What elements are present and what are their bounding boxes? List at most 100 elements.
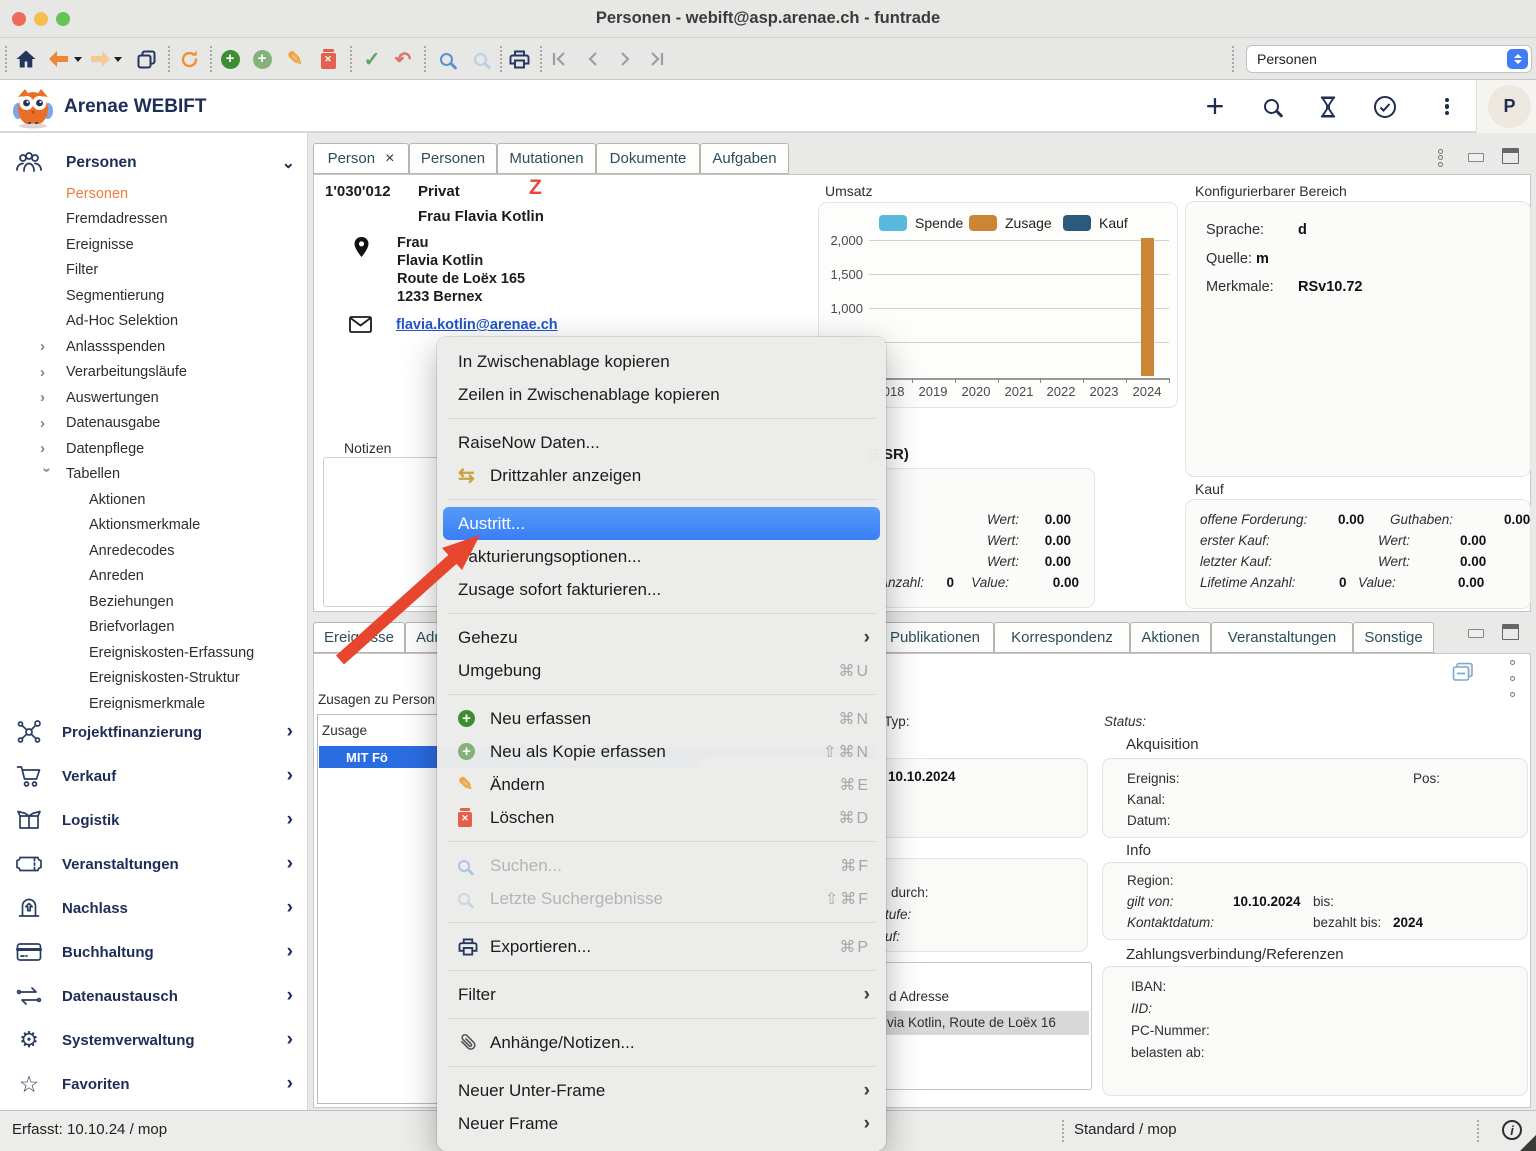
tab-aktionen[interactable]: Aktionen	[1130, 622, 1211, 653]
last-record-button[interactable]	[648, 38, 666, 80]
tab-sonstige[interactable]: Sonstige	[1353, 622, 1434, 653]
select-stepper-icon[interactable]	[1507, 49, 1528, 69]
menu-item-austritt[interactable]: Austritt...	[443, 507, 880, 540]
menu-item-drittzahler-anzeigen[interactable]: ⇆ Drittzahler anzeigen	[437, 459, 886, 492]
sidebar-item-ereignisse[interactable]: Ereignisse	[0, 232, 307, 258]
sidebar-section-projektfinanzierung[interactable]: Projektfinanzierung›	[0, 710, 307, 754]
menu-item-raisenow-daten[interactable]: RaiseNow Daten...	[437, 426, 886, 459]
undo-button[interactable]: ↶	[393, 38, 413, 80]
sidebar-item-beziehungen[interactable]: Beziehungen	[0, 589, 307, 615]
sidebar-item-ereigniskosten-erfassung[interactable]: Ereigniskosten-Erfassung	[0, 640, 307, 666]
sidebar-root-personen[interactable]: Personen ⌄	[0, 145, 307, 181]
tab-veranstaltungen[interactable]: Veranstaltungen	[1211, 622, 1353, 653]
history-button[interactable]	[1315, 80, 1341, 133]
bottom-panel-maximize-icon[interactable]	[1502, 624, 1519, 640]
panel-minimize-icon[interactable]	[1468, 153, 1484, 162]
adresse-selected-row[interactable]: via Kotlin, Route de Loëx 16	[883, 1011, 1089, 1035]
menu-item-exportieren[interactable]: Exportieren...⌘P	[437, 930, 886, 963]
tab-dokumente[interactable]: Dokumente	[596, 143, 700, 174]
close-tab-icon[interactable]: ×	[385, 150, 394, 168]
menu-item-in-zwischenablage-kopieren[interactable]: In Zwischenablage kopieren	[437, 345, 886, 378]
menu-item-neuer-frame[interactable]: Neuer Frame›	[437, 1107, 886, 1140]
sidebar-section-favoriten[interactable]: ☆ Favoriten›	[0, 1062, 307, 1106]
tab-korrespondenz[interactable]: Korrespondenz	[994, 622, 1130, 653]
sidebar-item-aktionen[interactable]: Aktionen	[0, 487, 307, 513]
sidebar-item-datenausgabe[interactable]: ›Datenausgabe	[0, 411, 307, 437]
tab-person[interactable]: Person ×	[313, 143, 409, 174]
sidebar-section-veranstaltungen[interactable]: Veranstaltungen›	[0, 842, 307, 886]
confirm-button[interactable]: ✓	[362, 38, 382, 80]
tab-mutationen[interactable]: Mutationen	[497, 143, 596, 174]
sidebar-item-anredecodes[interactable]: Anredecodes	[0, 538, 307, 564]
sidebar-item-datenpflege[interactable]: ›Datenpflege	[0, 436, 307, 462]
new-record-button[interactable]	[220, 38, 240, 80]
bottom-options-icon[interactable]	[1510, 658, 1515, 698]
forward-history-dropdown[interactable]	[113, 38, 123, 80]
sidebar-item-tabellen[interactable]: ›Tabellen	[0, 462, 307, 488]
bottom-panel-minimize-icon[interactable]	[1468, 629, 1484, 638]
menu-item-letzte-suchergebnisse[interactable]: Letzte Suchergebnisse⇧⌘F	[437, 882, 886, 915]
sidebar-section-datenaustausch[interactable]: Datenaustausch›	[0, 974, 307, 1018]
avatar[interactable]: P	[1488, 85, 1531, 128]
print-button[interactable]	[508, 38, 530, 80]
menu-item-loeschen[interactable]: Löschen⌘D	[437, 801, 886, 834]
sidebar-item-ereigniskosten-struktur[interactable]: Ereigniskosten-Struktur	[0, 666, 307, 692]
sidebar-section-logistik[interactable]: Logistik›	[0, 798, 307, 842]
sidebar-item-auswertungen[interactable]: ›Auswertungen	[0, 385, 307, 411]
edit-button[interactable]: ✎	[285, 38, 305, 80]
resize-corner[interactable]	[1520, 1135, 1536, 1151]
menu-item-anhaenge-notizen[interactable]: Anhänge/Notizen...	[437, 1026, 886, 1059]
menu-separator	[447, 922, 876, 923]
sidebar-item-anreden[interactable]: Anreden	[0, 564, 307, 590]
tasks-button[interactable]	[1372, 80, 1398, 133]
global-search-button[interactable]	[1258, 80, 1284, 133]
add-button[interactable]: +	[1202, 80, 1228, 133]
chevron-down-icon[interactable]: ⌄	[282, 153, 295, 173]
email-link[interactable]: flavia.kotlin@arenae.ch	[396, 317, 558, 333]
sidebar-item-ereignismerkmale[interactable]: Ereignismerkmale	[0, 691, 307, 710]
sidebar-section-buchhaltung[interactable]: Buchhaltung›	[0, 930, 307, 974]
sidebar-item-aktionsmerkmale[interactable]: Aktionsmerkmale	[0, 513, 307, 539]
tab-personen[interactable]: Personen	[409, 143, 497, 174]
first-record-button[interactable]	[550, 38, 568, 80]
sidebar-section-nachlass[interactable]: Nachlass›	[0, 886, 307, 930]
zusagen-column-header[interactable]: Zusage	[322, 723, 367, 738]
refresh-button[interactable]	[178, 38, 200, 80]
sidebar-section-systemverwaltung[interactable]: ⚙ Systemverwaltung›	[0, 1018, 307, 1062]
new-copy-record-button[interactable]	[252, 38, 272, 80]
menu-item-neu-erfassen[interactable]: Neu erfassen⌘N	[437, 702, 886, 735]
sidebar-item-anlassspenden[interactable]: ›Anlassspenden	[0, 334, 307, 360]
next-record-button[interactable]	[616, 38, 634, 80]
menu-item-suchen[interactable]: Suchen...⌘F	[437, 849, 886, 882]
menu-item-neu-als-kopie-erfassen[interactable]: Neu als Kopie erfassen⇧⌘N	[437, 735, 886, 768]
sidebar-section-verkauf[interactable]: Verkauf›	[0, 754, 307, 798]
duplicate-view-icon[interactable]	[1452, 662, 1474, 687]
back-button[interactable]	[48, 38, 70, 80]
sidebar-item-filter[interactable]: Filter	[0, 258, 307, 284]
previous-record-button[interactable]	[584, 38, 602, 80]
menu-item-aendern[interactable]: ✎ Ändern⌘E	[437, 768, 886, 801]
sidebar-item-briefvorlagen[interactable]: Briefvorlagen	[0, 615, 307, 641]
home-button[interactable]	[14, 38, 38, 80]
tab-aufgaben[interactable]: Aufgaben	[700, 143, 789, 174]
menu-item-filter[interactable]: Filter›	[437, 978, 886, 1011]
forward-button[interactable]	[89, 38, 111, 80]
context-select[interactable]: Personen	[1246, 45, 1532, 73]
panel-options-icon[interactable]	[1438, 147, 1443, 168]
menu-item-neuer-unter-frame[interactable]: Neuer Unter-Frame›	[437, 1074, 886, 1107]
sidebar-item-personen[interactable]: Personen	[0, 181, 307, 207]
windows-button[interactable]	[136, 38, 156, 80]
sidebar-item-verarbeitungslaeufe[interactable]: ›Verarbeitungsläufe	[0, 360, 307, 386]
panel-maximize-icon[interactable]	[1502, 148, 1519, 164]
sidebar-item-fremdadressen[interactable]: Fremdadressen	[0, 207, 307, 233]
search-person-button[interactable]	[470, 38, 490, 80]
info-icon[interactable]: i	[1502, 1120, 1522, 1140]
more-options-button[interactable]	[1434, 80, 1460, 133]
back-history-dropdown[interactable]	[73, 38, 83, 80]
sidebar-item-segmentierung[interactable]: Segmentierung	[0, 283, 307, 309]
search-button[interactable]	[436, 38, 456, 80]
delete-button[interactable]	[318, 38, 338, 80]
sidebar-item-adhoc-selektion[interactable]: Ad-Hoc Selektion	[0, 309, 307, 335]
tab-publikationen[interactable]: Publikationen	[876, 622, 994, 653]
menu-item-zeilen-in-zwischenablage-kopieren[interactable]: Zeilen in Zwischenablage kopieren	[437, 378, 886, 411]
